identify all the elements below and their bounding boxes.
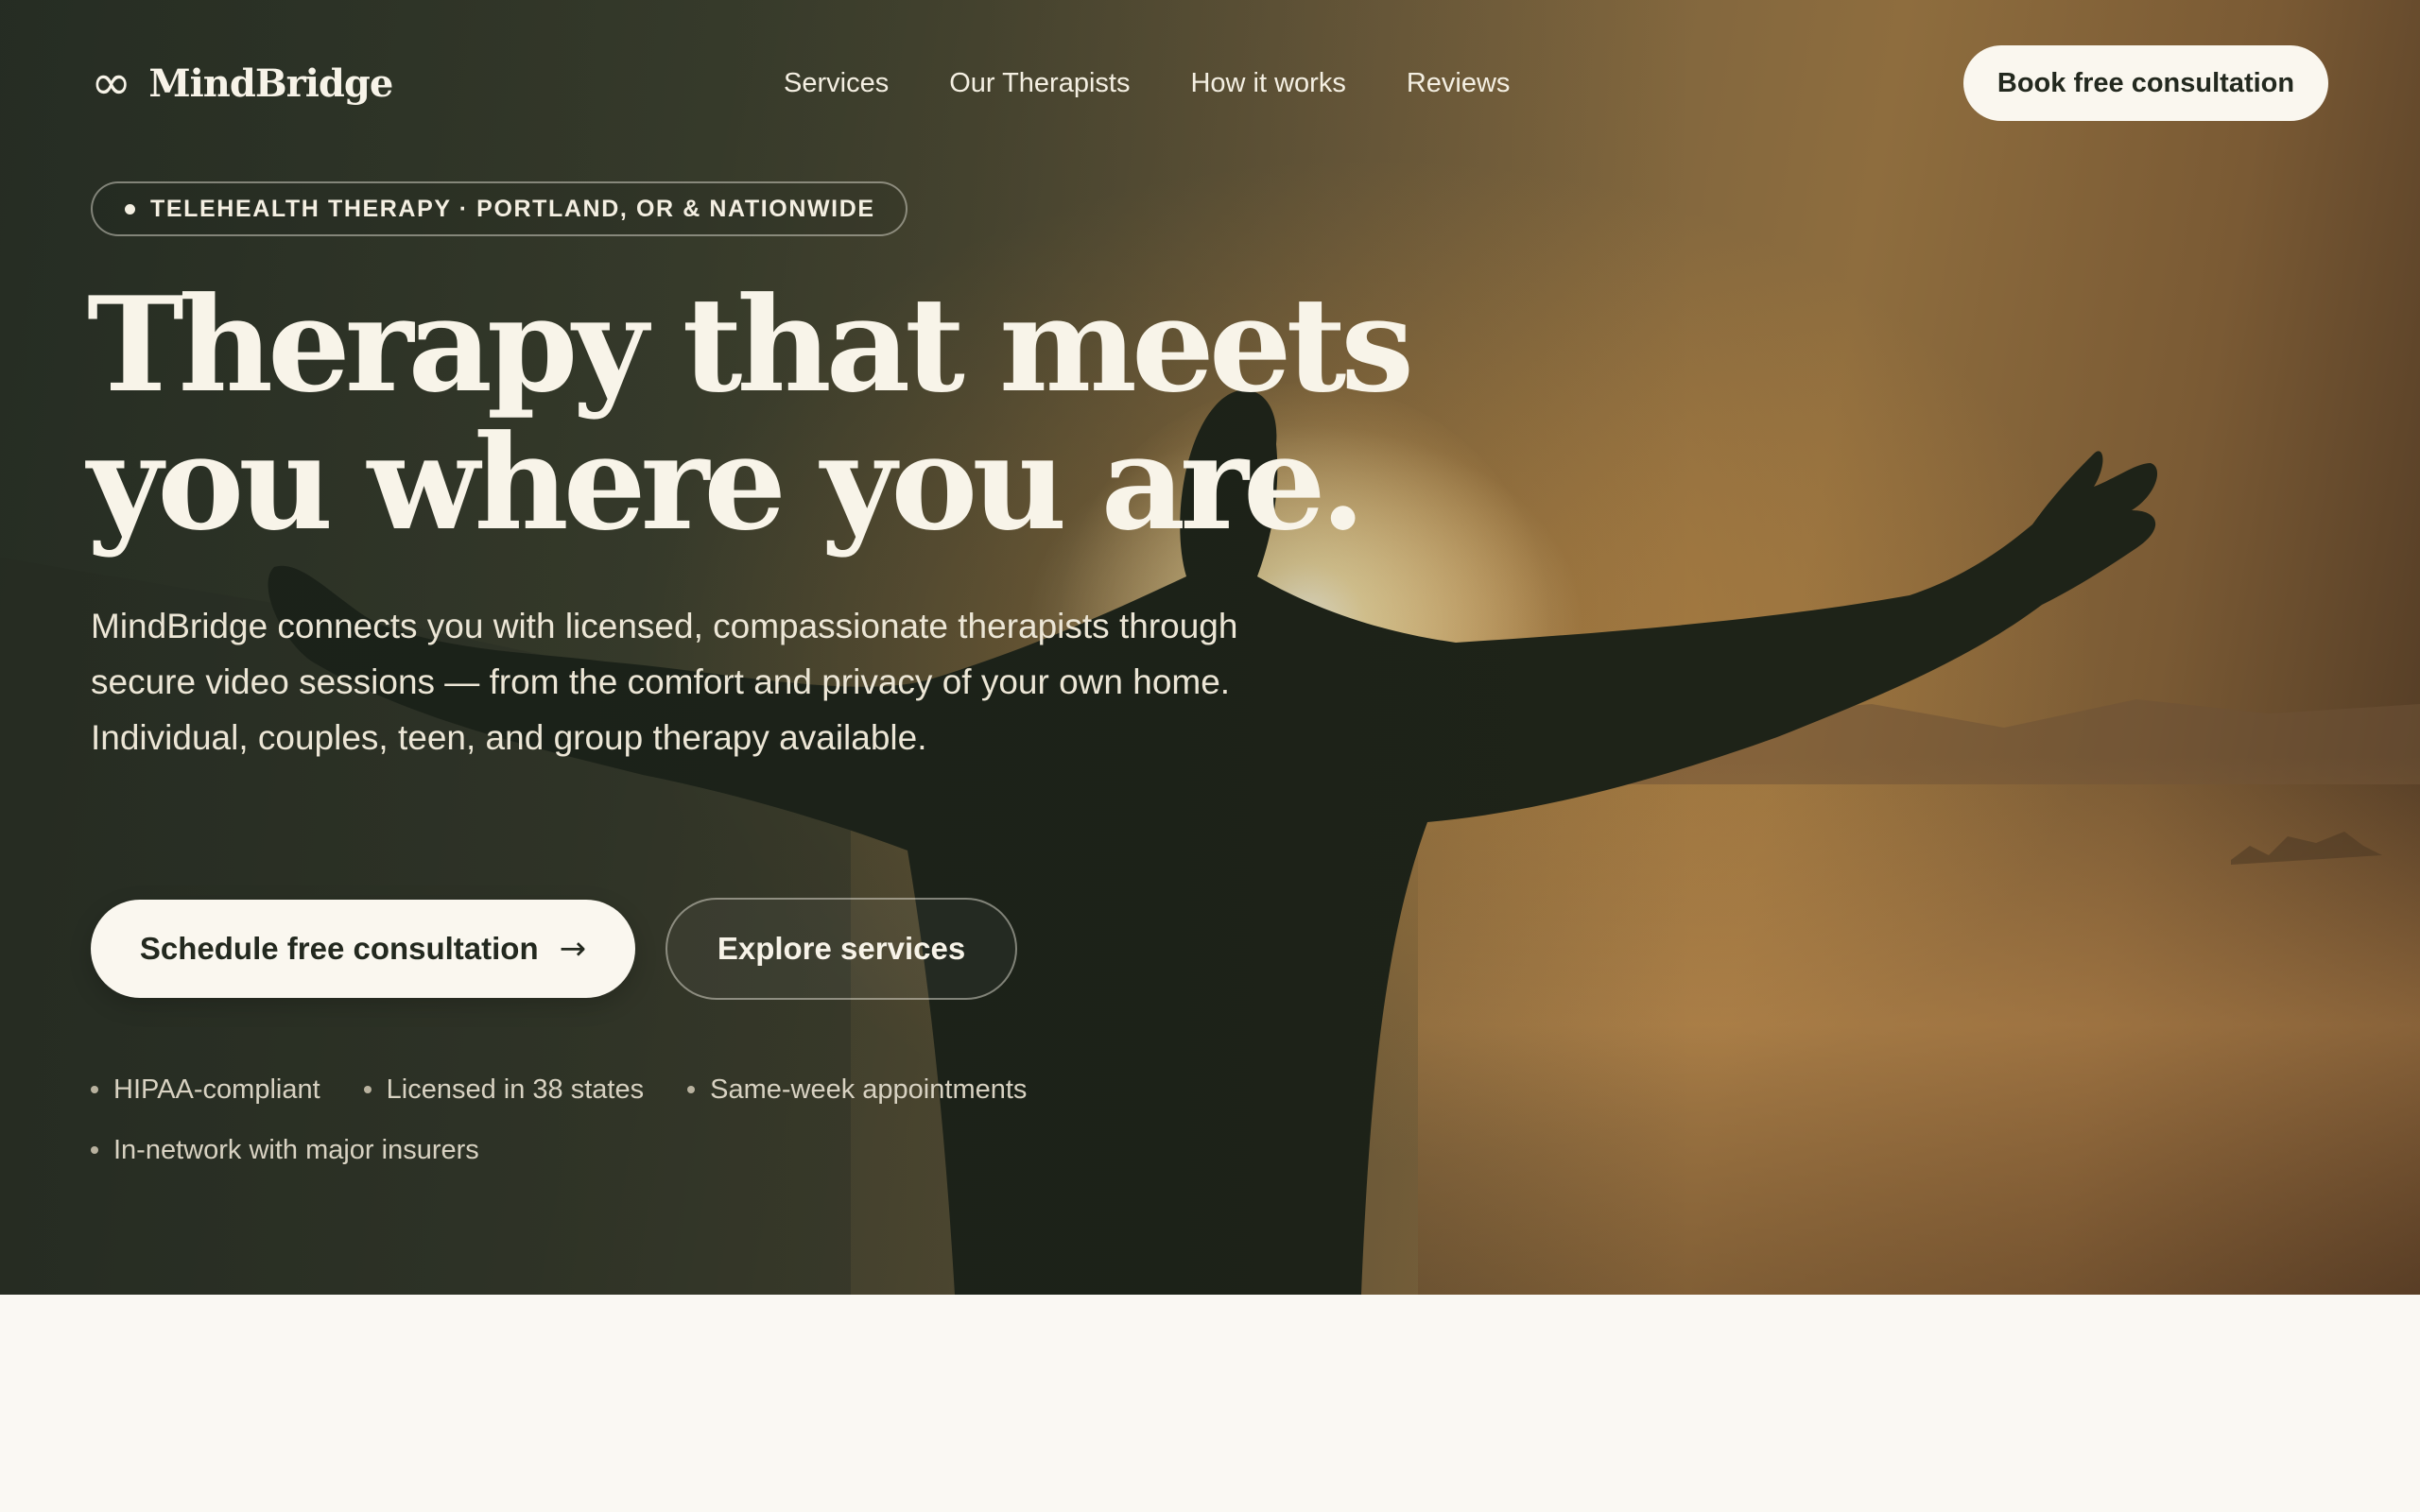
schedule-consultation-label: Schedule free consultation	[139, 931, 539, 966]
trust-item: In-network with major insurers	[91, 1132, 479, 1168]
nav-link-our-therapists[interactable]: Our Therapists	[949, 62, 1130, 104]
nav-link-reviews[interactable]: Reviews	[1407, 62, 1511, 104]
bullet-dot-icon	[91, 1086, 98, 1093]
bullet-dot-icon	[363, 1086, 372, 1093]
location-badge: TELEHEALTH THERAPY · PORTLAND, OR & NATI…	[91, 181, 908, 236]
next-section	[0, 1295, 2420, 1512]
arrow-right-icon: →	[559, 930, 587, 968]
hero-section: ∞ MindBridge Services Our Therapists How…	[0, 0, 2420, 1295]
hero-headline: Therapy that meets you where you are.	[87, 276, 1505, 552]
book-consultation-button[interactable]: Book free consultation	[1963, 45, 2328, 121]
bullet-dot-icon	[91, 1146, 98, 1154]
top-navigation: ∞ MindBridge Services Our Therapists How…	[0, 0, 2420, 166]
bullet-dot-icon	[687, 1086, 696, 1093]
headline-line-1: Therapy that meets	[87, 267, 1414, 421]
hero-description: MindBridge connects you with licensed, c…	[91, 607, 1238, 757]
brand-logo[interactable]: ∞ MindBridge	[91, 55, 393, 112]
infinity-icon: ∞	[91, 55, 132, 112]
trust-item: Same-week appointments	[687, 1072, 1027, 1108]
nav-link-how-it-works[interactable]: How it works	[1190, 62, 1345, 104]
headline-line-2: you where you are.	[87, 405, 1366, 559]
brand-name: MindBridge	[148, 60, 393, 106]
trust-item-label: Licensed in 38 states	[386, 1074, 645, 1105]
trust-item-label: Same-week appointments	[710, 1074, 1028, 1105]
explore-services-button[interactable]: Explore services	[666, 898, 1017, 1000]
nav-links: Services Our Therapists How it works Rev…	[784, 62, 1510, 104]
trust-indicators: HIPAA-compliant Licensed in 38 states Sa…	[91, 1072, 1178, 1168]
trust-item-label: In-network with major insurers	[113, 1135, 479, 1165]
trust-item-label: HIPAA-compliant	[113, 1074, 320, 1105]
trust-item: HIPAA-compliant	[91, 1072, 320, 1108]
trust-item: Licensed in 38 states	[363, 1072, 645, 1108]
badge-label: TELEHEALTH THERAPY · PORTLAND, OR & NATI…	[150, 195, 875, 222]
badge-dot-icon	[125, 203, 135, 215]
nav-link-services[interactable]: Services	[784, 62, 889, 104]
schedule-consultation-button[interactable]: Schedule free consultation →	[91, 900, 635, 998]
